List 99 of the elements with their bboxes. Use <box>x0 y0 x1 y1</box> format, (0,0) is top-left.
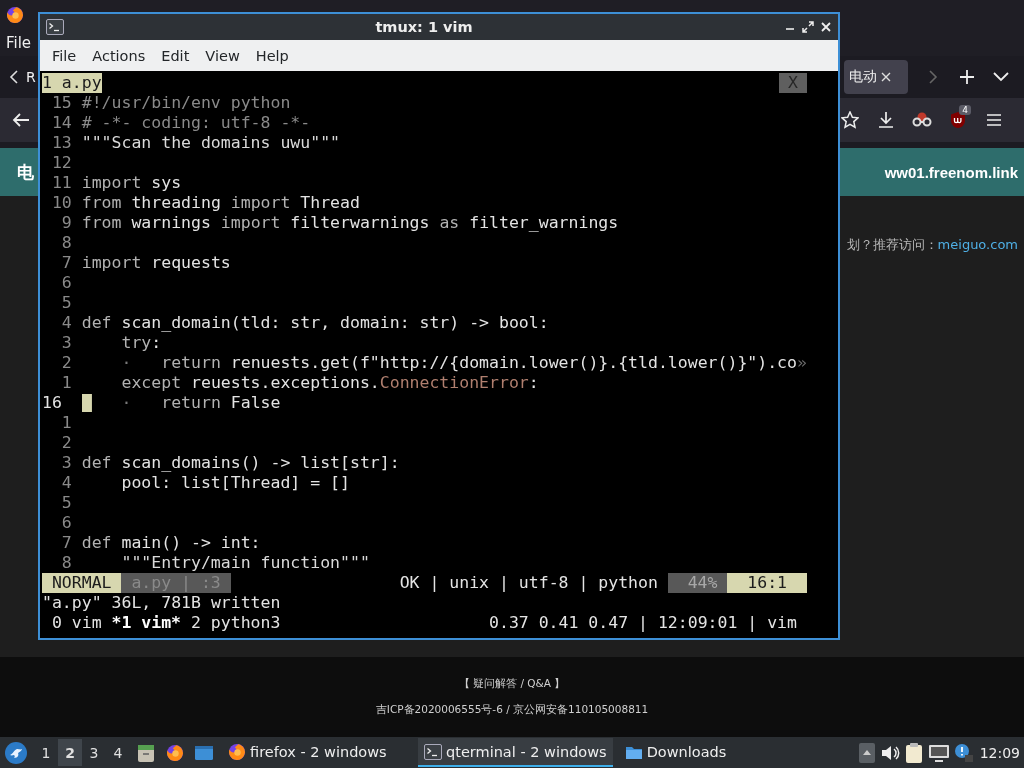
line-number: 8 <box>60 553 72 573</box>
line-number: 4 <box>60 473 72 493</box>
line-number: 12 <box>50 153 72 173</box>
code-line: import sys <box>81 173 182 192</box>
line-number: 6 <box>60 513 72 533</box>
workspace-button[interactable]: 2 <box>58 739 82 766</box>
line-number: 2 <box>60 433 72 453</box>
file-cabinet-icon[interactable] <box>136 742 156 763</box>
line-number: 2 <box>60 353 72 373</box>
code-line: # -*- coding: utf-8 -*- <box>81 113 311 132</box>
line-number: 10 <box>50 193 72 213</box>
buffer-tab[interactable]: 1 a.py <box>42 73 102 93</box>
speaker-icon[interactable] <box>879 743 900 762</box>
star-icon[interactable] <box>841 111 859 129</box>
line-number: 7 <box>60 253 72 273</box>
line-number: 3 <box>60 333 72 353</box>
line-number: 8 <box>60 233 72 253</box>
code-line: pool: list[Thread] = [] <box>120 473 350 492</box>
start-menu-icon[interactable] <box>4 740 28 765</box>
firefox-icon[interactable] <box>6 6 24 24</box>
chevron-right-icon[interactable] <box>928 70 938 84</box>
footer-text: 【 疑问解答 / Q&A 】 <box>458 677 566 691</box>
line-number: 4 <box>60 313 72 333</box>
line-number: 7 <box>60 533 72 553</box>
status-percent: 44% <box>667 573 728 593</box>
code-line: """Scan the domains uwu""" <box>81 133 340 152</box>
maximize-icon[interactable] <box>802 21 814 33</box>
status-info: OK | unix | utf-8 | python <box>399 573 659 593</box>
glasses-icon[interactable] <box>912 112 932 128</box>
notice-text: 划？推荐访问：meiguo.com <box>846 236 1018 254</box>
line-number: 6 <box>60 273 72 293</box>
shield-icon[interactable] <box>949 111 967 129</box>
mode-indicator: NORMAL <box>42 573 122 593</box>
workspace-button[interactable]: 4 <box>106 739 130 766</box>
code-line: def scan_domains() -> list[str]: <box>81 453 400 472</box>
line-number: 14 <box>50 113 72 133</box>
site-domain: ww01.freenom.link <box>884 163 1018 181</box>
code-line: import requests <box>81 253 231 272</box>
taskbar-button[interactable]: firefox - 2 windows <box>222 738 412 767</box>
menu-icon[interactable] <box>986 113 1002 127</box>
terminal-icon <box>424 743 442 760</box>
menu-item[interactable]: Actions <box>84 47 154 64</box>
footer-text: 吉ICP备2020006555号-6 / 京公网安备110105008811 <box>375 703 649 717</box>
line-number: 5 <box>60 493 72 513</box>
line-number: 5 <box>60 293 72 313</box>
menu-item[interactable]: Edit <box>153 47 198 64</box>
code-line: from threading import Thread <box>81 193 360 212</box>
line-number: 13 <box>50 133 72 153</box>
chevron-down-icon[interactable] <box>993 72 1009 82</box>
window-title: tmux: 1 vim <box>374 19 474 35</box>
code-line: def scan_domain(tld: str, domain: str) -> bool: <box>81 313 549 332</box>
firefox-icon[interactable] <box>166 743 184 762</box>
line-number: 1 <box>60 373 72 393</box>
back-arrow-icon[interactable] <box>12 112 30 128</box>
close-icon[interactable] <box>820 21 832 33</box>
firefox-icon <box>228 742 246 761</box>
tmux-window[interactable]: 2 python3 <box>191 613 281 633</box>
tmux-status: 0.37 0.41 0.47 | 12:09:01 | vim <box>489 613 798 633</box>
close-icon[interactable] <box>881 72 891 82</box>
code-line: try: <box>120 333 162 352</box>
clock: 12:09 <box>978 744 1021 761</box>
code-line: """Entry/main function""" <box>120 553 370 572</box>
status-position: 16:1 <box>727 573 807 593</box>
download-icon[interactable] <box>877 111 895 129</box>
tab-title: R <box>26 69 36 85</box>
browser-tab[interactable]: 电动 <box>844 60 908 94</box>
code-line: #!/usr/bin/env python <box>81 93 291 112</box>
line-number: 16 <box>42 393 63 413</box>
menu-item[interactable]: File <box>6 34 32 52</box>
line-number: 15 <box>50 93 72 113</box>
taskbar-button[interactable]: qterminal - 2 windows <box>418 738 613 767</box>
info-icon[interactable] <box>953 742 974 763</box>
workspace-button[interactable]: 3 <box>82 739 106 766</box>
clipboard-icon[interactable] <box>903 741 924 764</box>
window-icon[interactable] <box>194 743 214 762</box>
terminal-icon <box>46 19 64 35</box>
line-number: 11 <box>50 173 72 193</box>
code-line: except reuests.exceptions.ConnectionError: <box>120 373 539 392</box>
tab-title: 电动 <box>849 68 877 86</box>
menu-item[interactable]: File <box>44 47 85 64</box>
count-badge: 4 <box>959 105 971 115</box>
message-line: "a.py" 36L, 781B written <box>42 593 281 613</box>
line-number: 3 <box>60 453 72 473</box>
code-line: from warnings import filterwarnings as filter_warnings <box>81 213 619 232</box>
menu-item[interactable]: View <box>197 47 248 64</box>
taskbar-button[interactable]: Downloads <box>618 738 733 767</box>
tmux-window[interactable]: 0 vim <box>51 613 102 633</box>
chevron-left-icon[interactable] <box>8 70 20 84</box>
browser-tab[interactable]: R <box>20 60 38 94</box>
line-number: 1 <box>60 413 72 433</box>
line-number: 9 <box>60 213 72 233</box>
tmux-window[interactable]: *1 vim* <box>111 613 182 633</box>
code-line: · return renuests.get(f"http://{domain.lower()}.{tld.lower()}").co» <box>120 353 807 372</box>
menu-item[interactable]: Help <box>247 47 297 64</box>
plus-icon[interactable] <box>959 69 975 85</box>
code-line: def main() -> int: <box>81 533 261 552</box>
link[interactable]: meiguo.com <box>937 237 1018 252</box>
site-title: 电 <box>17 160 34 184</box>
workspace-button[interactable]: 1 <box>34 739 58 766</box>
